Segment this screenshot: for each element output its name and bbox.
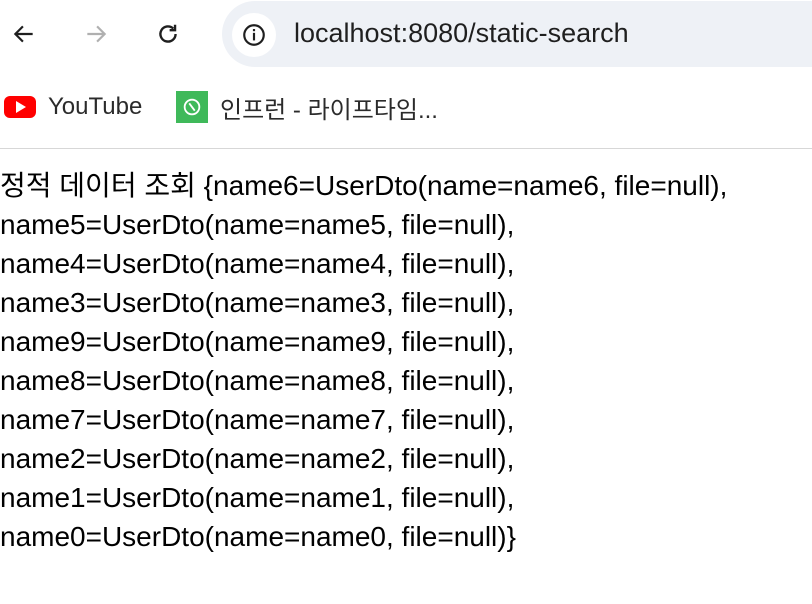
bookmark-label: 인프런 - 라이프타임... bbox=[220, 96, 438, 124]
forward-arrow-icon bbox=[87, 25, 107, 43]
back-arrow-icon bbox=[13, 25, 33, 43]
reload-button[interactable] bbox=[148, 14, 188, 54]
youtube-icon bbox=[4, 96, 36, 118]
bookmark-inflearn[interactable]: 인프런 - 라이프타임... bbox=[176, 90, 438, 124]
browser-toolbar: localhost:8080/static-search bbox=[0, 0, 812, 70]
bookmarks-bar: YouTube 인프런 - 라이프타임... bbox=[0, 70, 812, 149]
text-line: name3=UserDto(name=name3, file=null), bbox=[0, 287, 515, 318]
text-line: name5=UserDto(name=name5, file=null), bbox=[0, 209, 515, 240]
text-line: name2=UserDto(name=name2, file=null), bbox=[0, 443, 515, 474]
text-line: 정적 데이터 조회 {name6=UserDto(name=name6, fil… bbox=[0, 170, 728, 201]
back-button[interactable] bbox=[4, 14, 44, 54]
inflearn-icon bbox=[176, 91, 208, 123]
text-line: name7=UserDto(name=name7, file=null), bbox=[0, 404, 515, 435]
bookmark-label: YouTube bbox=[48, 93, 143, 120]
page-content: 정적 데이터 조회 {name6=UserDto(name=name6, fil… bbox=[0, 166, 812, 556]
text-line: name9=UserDto(name=name9, file=null), bbox=[0, 326, 515, 357]
text-line: name4=UserDto(name=name4, file=null), bbox=[0, 248, 515, 279]
bookmark-youtube[interactable]: YouTube bbox=[4, 90, 142, 124]
url-text[interactable]: localhost:8080/static-search bbox=[294, 18, 629, 49]
reload-icon bbox=[159, 24, 177, 43]
text-line: name8=UserDto(name=name8, file=null), bbox=[0, 365, 515, 396]
text-line: name0=UserDto(name=name0, file=null)} bbox=[0, 521, 516, 552]
forward-button[interactable] bbox=[76, 14, 116, 54]
info-icon bbox=[243, 24, 265, 46]
site-info-button[interactable] bbox=[232, 13, 276, 57]
address-bar[interactable]: localhost:8080/static-search bbox=[222, 1, 812, 67]
text-line: name1=UserDto(name=name1, file=null), bbox=[0, 482, 515, 513]
